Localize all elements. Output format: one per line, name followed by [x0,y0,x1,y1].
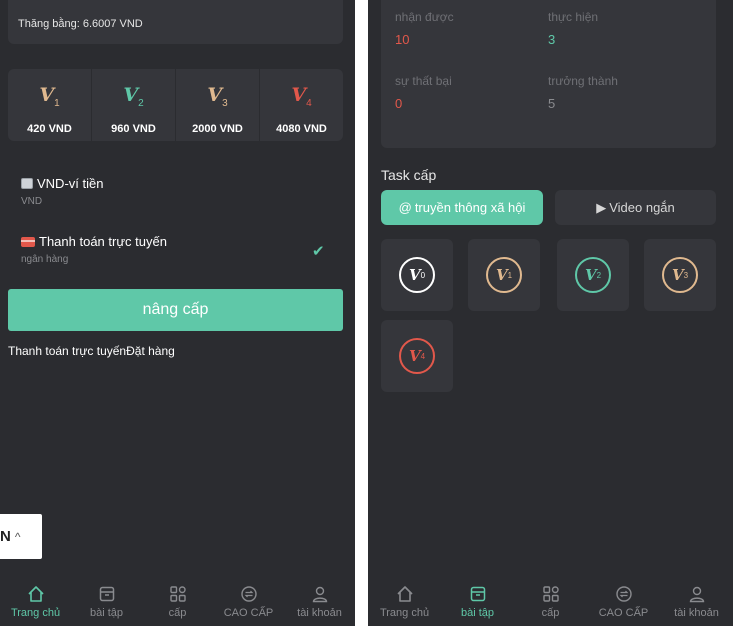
payment-option-title: VND-ví tiền [37,176,104,191]
level-price: 960 VND [111,122,156,135]
nav-label: CAO CẤP [223,607,274,619]
order-link[interactable]: Thanh toán trực tuyếnĐặt hàng [8,344,175,358]
balance-card: Thăng bằng: 6.6007 VND [8,0,343,44]
nav-item-account[interactable]: tài khoản [660,578,733,626]
nav-label: cấp [541,607,560,619]
home-icon [27,584,45,604]
v2-badge-icon: V2 [123,84,144,109]
task-level-v3[interactable]: V3 [644,239,716,311]
nav-item-premium[interactable]: CAO CẤP [213,578,284,626]
nav-item-level[interactable]: cấp [514,578,587,626]
v3-badge-icon: V3 [207,84,228,109]
nav-label: Trang chủ [10,607,61,619]
check-icon: ✔ [312,243,325,260]
nav-item-account[interactable]: tài khoản [284,578,355,626]
stat-label: thực hiện [548,10,599,24]
v0-badge-icon: V0 [399,257,435,293]
v3-badge-icon: V3 [662,257,698,293]
bottom-nav: Trang chủ bài tập cấp CAO CẤP tài khoản [368,578,733,626]
task-level-v2[interactable]: V2 [557,239,629,311]
tab-short-video[interactable]: ▶ Video ngắn [555,190,716,225]
nav-label: tài khoản [674,607,719,619]
task-level-v4[interactable]: V4 [381,320,453,392]
stat-received: nhận được 10 [395,10,454,47]
task-level-title: Task cấp [381,167,437,183]
chevron-up-icon: ^ [14,529,21,544]
grid-icon [542,584,560,604]
v1-badge-icon: V1 [486,257,522,293]
at-icon: @ [398,200,412,215]
level-option-v2[interactable]: V2 960 VND [91,69,175,141]
stat-value: 3 [548,32,556,47]
grid-icon [169,584,187,604]
upgrade-button[interactable]: nâng cấp [8,289,343,331]
stat-done: thực hiện 3 [548,10,598,47]
level-option-v3[interactable]: V3 2000 VND [175,69,259,141]
card-icon [21,236,35,247]
nav-item-level[interactable]: cấp [142,578,213,626]
task-icon [469,584,487,604]
user-icon [688,584,706,604]
stat-value: 5 [548,96,556,111]
nav-label: CAO CẤP [598,607,649,619]
task-screen: nhận được 10 thực hiện 3 sự thất bại 0 t… [368,0,733,626]
language-code: N [0,528,11,545]
task-level-v1[interactable]: V1 [468,239,540,311]
level-option-v1[interactable]: V1 420 VND [8,69,91,141]
stat-failed: sự thất bại 0 [395,74,452,111]
home-icon [396,584,414,604]
stat-label: sự thất bại [395,74,452,88]
level-price: 4080 VND [276,122,327,135]
wallet-icon [21,178,33,189]
v2-badge-icon: V2 [575,257,611,293]
tab-social-media[interactable]: @ truyền thông xã hội [381,190,543,225]
v4-badge-icon: V4 [399,338,435,374]
tab-label: Video ngắn [609,200,675,215]
nav-item-home[interactable]: Trang chủ [0,578,71,626]
payment-option-title: Thanh toán trực tuyến [39,234,167,249]
language-selector[interactable]: N ^ [0,514,42,559]
v1-badge-icon: V1 [39,84,60,109]
payment-option-wallet[interactable]: VND-ví tiền VND [21,176,103,207]
task-level-v0[interactable]: V0 [381,239,453,311]
exchange-icon [240,584,258,604]
tab-label: truyền thông xã hội [414,200,526,215]
stat-value: 0 [395,96,403,111]
nav-item-tasks[interactable]: bài tập [71,578,142,626]
payment-option-online[interactable]: Thanh toán trực tuyến ngân hàng [21,234,167,265]
stats-card: nhận được 10 thực hiện 3 sự thất bại 0 t… [381,0,716,148]
exchange-icon [615,584,633,604]
stat-matured: trưởng thành 5 [548,74,618,111]
play-icon: ▶ [596,199,607,215]
upgrade-screen: Thăng bằng: 6.6007 VND V1 420 VND V2 960… [0,0,355,626]
stat-value: 10 [395,32,410,47]
nav-label: bài tập [89,607,124,619]
level-price-row: V1 420 VND V2 960 VND V3 2000 VND V4 408… [8,69,343,141]
stat-label: nhận được [395,10,454,24]
level-option-v4[interactable]: V4 4080 VND [259,69,343,141]
user-icon [311,584,329,604]
v4-badge-icon: V4 [291,84,312,109]
nav-label: cấp [168,607,187,619]
nav-item-home[interactable]: Trang chủ [368,578,441,626]
level-price: 2000 VND [192,122,243,135]
nav-label: Trang chủ [379,607,430,619]
nav-label: bài tập [460,607,495,619]
level-price: 420 VND [27,122,72,135]
payment-option-subtitle: ngân hàng [21,254,69,265]
nav-label: tài khoản [297,607,342,619]
stat-label: trưởng thành [548,74,618,88]
payment-option-subtitle: VND [21,196,43,207]
task-icon [98,584,116,604]
balance-text: Thăng bằng: 6.6007 VND [18,18,143,30]
nav-item-premium[interactable]: CAO CẤP [587,578,660,626]
bottom-nav: Trang chủ bài tập cấp CAO CẤP tài khoản [0,578,355,626]
nav-item-tasks[interactable]: bài tập [441,578,514,626]
